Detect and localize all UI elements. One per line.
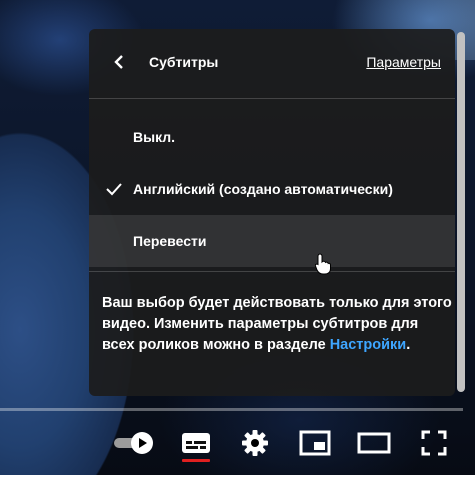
subtitles-icon <box>182 433 210 453</box>
hand-cursor-icon <box>315 253 331 275</box>
divider <box>89 271 455 272</box>
fullscreen-icon <box>421 430 447 456</box>
checkmark-icon <box>106 183 122 196</box>
gear-icon <box>242 430 268 456</box>
subtitle-options: Выкл. Английский (создано автоматически)… <box>89 111 455 267</box>
option-label: Английский (создано автоматически) <box>133 181 393 197</box>
note-end: . <box>406 337 411 353</box>
autoplay-toggle[interactable] <box>112 425 156 461</box>
option-translate[interactable]: Перевести <box>89 215 455 267</box>
settings-link[interactable]: Параметры <box>366 54 441 70</box>
menu-title: Субтитры <box>149 54 219 70</box>
fullscreen-button[interactable] <box>416 425 452 461</box>
option-english-auto[interactable]: Английский (создано автоматически) <box>89 163 455 215</box>
menu-header: Субтитры Параметры <box>89 29 455 99</box>
settings-button[interactable] <box>237 425 273 461</box>
settings-page-link[interactable]: Настройки <box>330 337 407 353</box>
video-player[interactable]: Субтитры Параметры Выкл. Английский (соз… <box>0 0 475 475</box>
theater-mode-button[interactable] <box>356 425 392 461</box>
subtitles-menu: Субтитры Параметры Выкл. Английский (соз… <box>89 29 455 396</box>
option-off[interactable]: Выкл. <box>89 111 455 163</box>
option-label: Перевести <box>133 233 207 249</box>
miniplayer-icon <box>299 430 331 456</box>
theater-mode-icon <box>357 432 391 454</box>
subtitles-button[interactable] <box>178 425 214 461</box>
option-label: Выкл. <box>133 129 176 145</box>
autoplay-toggle-icon <box>114 432 153 454</box>
player-controls <box>0 411 475 475</box>
chevron-left-icon[interactable] <box>111 53 129 71</box>
subtitle-note: Ваш выбор будет действовать только для э… <box>102 293 452 356</box>
subtitles-active-indicator <box>182 459 210 462</box>
menu-scrollbar[interactable] <box>455 29 467 396</box>
scrollbar-thumb[interactable] <box>457 32 465 392</box>
miniplayer-button[interactable] <box>297 425 333 461</box>
